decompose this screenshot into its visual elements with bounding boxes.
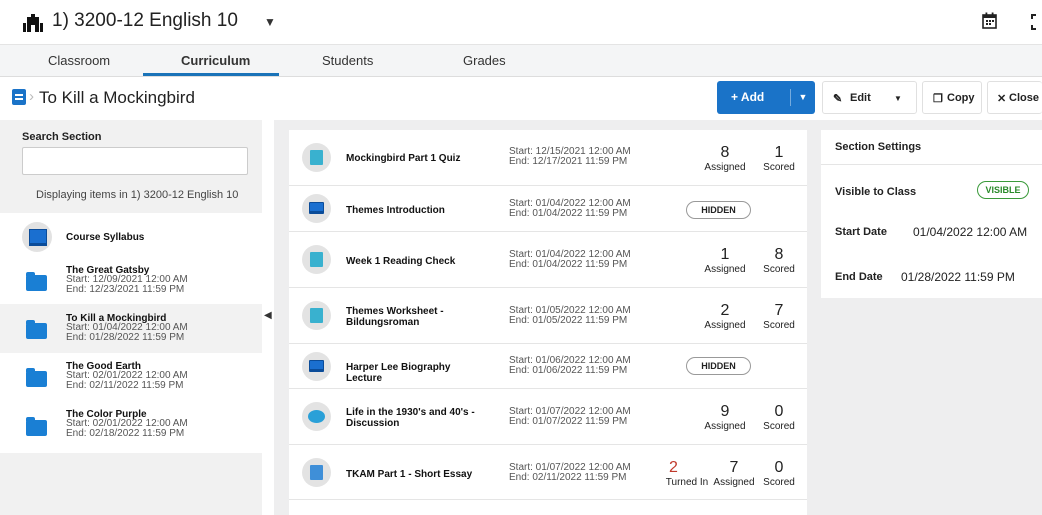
section-settings-panel: Section Settings Visible to Class VISIBL… <box>821 130 1042 298</box>
item-title: Week 1 Reading Check <box>346 256 456 267</box>
section-item-end: End: 02/11/2022 11:59 PM <box>66 380 184 391</box>
panel-title: Section Settings <box>835 141 922 153</box>
active-tab-indicator <box>143 73 279 76</box>
list-item[interactable]: TKAM Part 1 - Short Essay Start: 01/07/2… <box>289 445 807 500</box>
turned-in-stat: 2 Turned In <box>665 459 709 488</box>
folder-icon <box>26 368 47 387</box>
fullscreen-icon[interactable] <box>1030 14 1042 30</box>
section-item-gatsby[interactable]: The Great Gatsby Start: 12/09/2021 12:00… <box>0 258 262 304</box>
lecture-icon <box>302 352 331 381</box>
item-end: End: 01/04/2022 11:59 PM <box>509 208 628 219</box>
close-label: Close <box>1009 92 1039 104</box>
copy-button[interactable]: ❐ Copy <box>922 81 982 114</box>
close-button[interactable]: ✕ Close <box>987 81 1042 114</box>
item-title: Mockingbird Part 1 Quiz <box>346 153 461 164</box>
tab-grades[interactable]: Grades <box>463 53 506 68</box>
syllabus-icon <box>22 222 52 252</box>
folder-icon <box>26 417 47 436</box>
edit-label: Edit <box>850 92 871 104</box>
section-item-end: End: 01/28/2022 11:59 PM <box>66 332 185 343</box>
end-date-value: 01/28/2022 11:59 PM <box>901 270 1015 284</box>
scored-stat: 8 Scored <box>763 246 795 275</box>
assigned-stat: 7 Assigned <box>713 459 755 488</box>
course-dropdown-icon[interactable]: ▼ <box>264 15 276 29</box>
item-end: End: 12/17/2021 11:59 PM <box>509 156 628 167</box>
start-date-value: 01/04/2022 12:00 AM <box>913 225 1028 239</box>
panel-header: Section Settings <box>821 130 1042 165</box>
section-icon <box>12 89 26 105</box>
essay-icon <box>302 458 331 487</box>
assigned-stat: 8 Assigned <box>704 144 746 173</box>
folder-icon <box>26 272 47 291</box>
displaying-items-text: Displaying items in 1) 3200-12 English 1… <box>36 189 239 201</box>
section-item-end: End: 12/23/2021 11:59 PM <box>66 284 185 295</box>
list-item[interactable]: Mockingbird Part 1 Quiz Start: 12/15/202… <box>289 130 807 186</box>
item-title: Themes Introduction <box>346 205 445 216</box>
item-title: TKAM Part 1 - Short Essay <box>346 469 473 480</box>
item-title: Harper Lee Biography Lecture <box>346 362 451 384</box>
tab-curriculum[interactable]: Curriculum <box>181 53 250 68</box>
page-title: To Kill a Mockingbird <box>39 88 195 107</box>
visible-badge: VISIBLE <box>977 181 1029 199</box>
item-end: End: 02/11/2022 11:59 PM <box>509 472 627 483</box>
section-list: Course Syllabus The Great Gatsby Start: … <box>0 213 262 453</box>
hidden-badge: HIDDEN <box>686 357 751 375</box>
item-end: End: 01/06/2022 11:59 PM <box>509 365 628 376</box>
folder-icon <box>26 320 47 339</box>
curriculum-list: Mockingbird Part 1 Quiz Start: 12/15/202… <box>289 130 807 515</box>
section-item-color-purple[interactable]: The Color Purple Start: 02/01/2022 12:00… <box>0 401 262 453</box>
list-item[interactable]: Themes Worksheet - Bildungsroman Start: … <box>289 288 807 344</box>
scored-stat: 1 Scored <box>763 144 795 173</box>
tab-classroom[interactable]: Classroom <box>48 53 110 68</box>
section-item-syllabus[interactable]: Course Syllabus <box>0 213 262 258</box>
section-item-mockingbird[interactable]: To Kill a Mockingbird Start: 01/04/2022 … <box>0 304 262 353</box>
copy-icon: ❐ <box>933 93 943 105</box>
calendar-icon[interactable] <box>982 12 997 29</box>
end-date-label: End Date <box>835 271 883 283</box>
search-section-input[interactable] <box>22 147 248 175</box>
item-end: End: 01/04/2022 11:59 PM <box>509 259 628 270</box>
assigned-stat: 9 Assigned <box>704 403 746 432</box>
assigned-stat: 1 Assigned <box>704 246 746 275</box>
visible-label: Visible to Class <box>835 186 917 198</box>
section-item-end: End: 02/18/2022 11:59 PM <box>66 428 185 439</box>
section-item-good-earth[interactable]: The Good Earth Start: 02/01/2022 12:00 A… <box>0 353 262 401</box>
scored-stat: 7 Scored <box>763 302 795 331</box>
scored-stat: 0 Scored <box>763 459 795 488</box>
add-dropdown-icon[interactable]: ▼ <box>790 89 815 106</box>
item-end: End: 01/07/2022 11:59 PM <box>509 416 628 427</box>
section-item-title: Course Syllabus <box>66 232 145 243</box>
item-title: Life in the 1930's and 40's - Discussion <box>346 407 475 429</box>
list-item[interactable]: Week 1 Reading Check Start: 01/04/2022 1… <box>289 232 807 288</box>
pencil-icon: ✎ <box>833 93 843 105</box>
course-title[interactable]: 1) 3200-12 English 10 <box>52 10 238 32</box>
lesson-icon <box>302 194 331 223</box>
item-end: End: 01/05/2022 11:59 PM <box>509 315 628 326</box>
scored-stat: 0 Scored <box>763 403 795 432</box>
discussion-icon <box>302 402 331 431</box>
start-date-label: Start Date <box>835 226 887 238</box>
breadcrumb-chevron-icon: › <box>29 88 34 105</box>
assigned-stat: 2 Assigned <box>704 302 746 331</box>
edit-dropdown-icon[interactable]: ▼ <box>894 94 902 103</box>
close-icon: ✕ <box>997 93 1007 105</box>
app-header: 1) 3200-12 English 10 ▼ <box>0 0 1042 45</box>
quiz-icon <box>302 143 331 172</box>
list-item[interactable]: Life in the 1930's and 40's - Discussion… <box>289 389 807 445</box>
copy-label: Copy <box>947 92 975 104</box>
edit-button[interactable]: ✎ Edit ▼ <box>822 81 917 114</box>
school-logo-icon <box>23 14 43 32</box>
item-title: Themes Worksheet - Bildungsroman <box>346 306 444 328</box>
worksheet-icon <box>302 301 331 330</box>
tab-students[interactable]: Students <box>322 53 373 68</box>
hidden-badge: HIDDEN <box>686 201 751 219</box>
search-section-label: Search Section <box>22 131 102 143</box>
list-item[interactable]: Themes Introduction Start: 01/04/2022 12… <box>289 186 807 232</box>
add-button[interactable]: + Add ▼ <box>717 81 815 114</box>
quiz-icon <box>302 245 331 274</box>
collapse-sidebar-icon[interactable]: ◀ <box>264 310 272 321</box>
list-item[interactable]: Harper Lee Biography Lecture Start: 01/0… <box>289 344 807 389</box>
add-button-label: + Add <box>731 90 765 104</box>
